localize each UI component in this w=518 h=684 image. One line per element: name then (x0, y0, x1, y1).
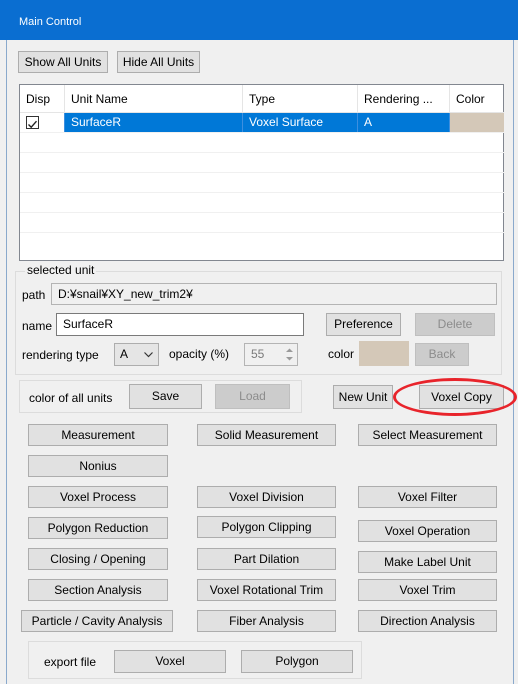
opacity-value: 55 (251, 347, 265, 361)
column-header-unit-name[interactable]: Unit Name (65, 85, 243, 113)
disp-cell[interactable] (20, 113, 65, 132)
polygon-clipping-button[interactable]: Polygon Clipping (197, 516, 336, 538)
rendering-cell[interactable]: A (358, 113, 450, 132)
name-input[interactable]: SurfaceR (56, 313, 304, 336)
column-header-disp[interactable]: Disp (20, 85, 65, 113)
voxel-filter-button[interactable]: Voxel Filter (358, 486, 497, 508)
voxel-process-button[interactable]: Voxel Process (28, 486, 168, 508)
unit-name-cell[interactable]: SurfaceR (65, 113, 243, 132)
closing-opening-button[interactable]: Closing / Opening (28, 548, 168, 570)
nonius-button[interactable]: Nonius (28, 455, 168, 477)
voxel-rotational-trim-button[interactable]: Voxel Rotational Trim (197, 579, 336, 601)
disp-checkbox[interactable] (26, 116, 39, 129)
show-all-units-button[interactable]: Show All Units (18, 51, 108, 73)
export-voxel-button[interactable]: Voxel (114, 650, 226, 673)
all-units-color-label: color of all units (29, 391, 113, 405)
export-polygon-button[interactable]: Polygon (241, 650, 353, 673)
name-label: name (22, 319, 53, 333)
rendering-type-select[interactable]: A (114, 343, 159, 366)
column-header-type[interactable]: Type (243, 85, 358, 113)
table-row (20, 173, 504, 193)
table-row (20, 193, 504, 213)
voxel-division-button[interactable]: Voxel Division (197, 486, 336, 508)
check-icon (28, 120, 38, 129)
color-label: color (328, 347, 355, 361)
path-field: D:¥snail¥XY_new_trim2¥ (51, 283, 497, 305)
save-button[interactable]: Save (129, 384, 202, 409)
measurement-button[interactable]: Measurement (28, 424, 168, 446)
voxel-operation-button[interactable]: Voxel Operation (358, 520, 497, 542)
hide-all-units-button[interactable]: Hide All Units (117, 51, 200, 73)
table-row (20, 233, 504, 253)
type-cell[interactable]: Voxel Surface (243, 113, 358, 132)
color-swatch[interactable] (359, 341, 409, 366)
column-header-rendering[interactable]: Rendering ... (358, 85, 450, 113)
load-button[interactable]: Load (215, 384, 290, 409)
title-bar: Main Control (0, 0, 518, 40)
voxel-trim-button[interactable]: Voxel Trim (358, 579, 497, 601)
column-header-color[interactable]: Color (450, 85, 504, 113)
polygon-reduction-button[interactable]: Polygon Reduction (28, 517, 168, 539)
table-row[interactable]: SurfaceR Voxel Surface A (20, 113, 504, 133)
rendering-type-label: rendering type (22, 348, 99, 362)
table-row (20, 133, 504, 153)
back-button[interactable]: Back (415, 343, 469, 366)
spin-arrows-icon[interactable] (285, 347, 294, 362)
table-row (20, 213, 504, 233)
opacity-label: opacity (%) (169, 347, 230, 361)
export-file-label: export file (44, 655, 97, 669)
particle-cavity-analysis-button[interactable]: Particle / Cavity Analysis (21, 610, 173, 632)
color-cell[interactable] (450, 113, 504, 132)
section-analysis-button[interactable]: Section Analysis (28, 579, 168, 601)
window-title: Main Control (19, 16, 82, 28)
make-label-unit-button[interactable]: Make Label Unit (358, 551, 497, 573)
preference-button[interactable]: Preference (326, 313, 401, 336)
path-label: path (22, 288, 46, 302)
fiber-analysis-button[interactable]: Fiber Analysis (197, 610, 336, 632)
direction-analysis-button[interactable]: Direction Analysis (358, 610, 497, 632)
selected-unit-group-title: selected unit (25, 263, 97, 277)
solid-measurement-button[interactable]: Solid Measurement (197, 424, 336, 446)
delete-button[interactable]: Delete (415, 313, 495, 336)
rendering-type-value: A (120, 347, 129, 361)
opacity-stepper[interactable]: 55 (244, 343, 298, 366)
new-unit-button[interactable]: New Unit (333, 385, 393, 409)
chevron-down-icon (144, 352, 153, 358)
table-row (20, 153, 504, 173)
select-measurement-button[interactable]: Select Measurement (358, 424, 497, 446)
units-grid[interactable]: Disp Unit Name Type Rendering ... Color … (19, 84, 504, 261)
part-dilation-button[interactable]: Part Dilation (197, 548, 336, 570)
highlight-ellipse (393, 378, 517, 416)
